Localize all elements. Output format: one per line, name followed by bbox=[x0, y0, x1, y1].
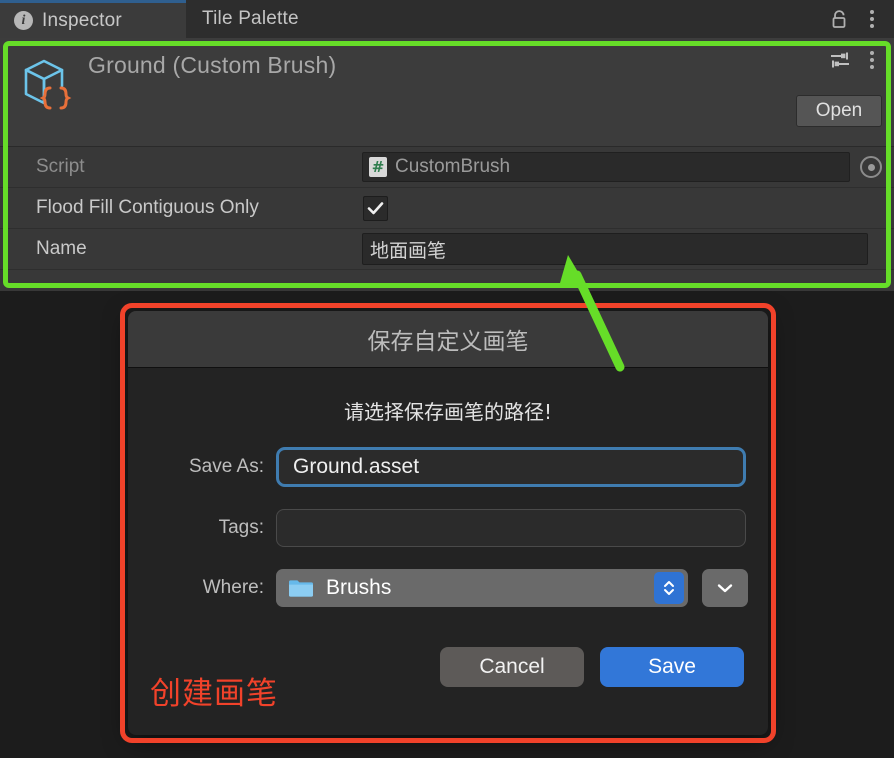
flood-fill-checkbox[interactable] bbox=[363, 196, 388, 221]
tags-label: Tags: bbox=[218, 517, 264, 538]
tags-input[interactable] bbox=[276, 509, 746, 547]
open-button[interactable]: Open bbox=[796, 95, 882, 127]
asset-header-tools bbox=[826, 46, 886, 74]
dialog-titlebar: 保存自定义画笔 bbox=[128, 311, 768, 368]
script-object-field[interactable]: CustomBrush bbox=[362, 152, 850, 182]
tab-tile-palette[interactable]: Tile Palette bbox=[186, 0, 315, 38]
asset-header: Ground (Custom Brush) Open bbox=[0, 38, 894, 147]
tab-tile-palette-label: Tile Palette bbox=[202, 8, 299, 29]
preset-sliders-icon[interactable] bbox=[826, 46, 854, 74]
csharp-script-icon bbox=[369, 157, 387, 177]
where-row: Where: Brushs bbox=[128, 569, 768, 607]
inspector-panel: Ground (Custom Brush) Open Script # Cust… bbox=[0, 38, 894, 291]
where-value: Brushs bbox=[326, 576, 392, 599]
property-row-name: Name 地面画笔 bbox=[0, 229, 894, 270]
annotation-label-create-brush: 创建画笔 bbox=[150, 676, 278, 712]
chevron-down-icon[interactable] bbox=[702, 569, 748, 607]
folder-icon bbox=[288, 578, 314, 598]
kebab-menu-icon[interactable] bbox=[858, 5, 886, 33]
save-as-value: Ground.asset bbox=[293, 455, 420, 478]
tab-inspector-label: Inspector bbox=[42, 9, 122, 31]
where-label: Where: bbox=[202, 577, 264, 598]
property-label-flood-fill: Flood Fill Contiguous Only bbox=[36, 197, 259, 218]
tab-bar-controls bbox=[826, 0, 894, 38]
save-as-row: Save As: Ground.asset bbox=[128, 447, 768, 487]
dialog-message: 请选择保存画笔的路径! bbox=[343, 400, 553, 424]
tab-bar: i Inspector Tile Palette bbox=[0, 0, 894, 38]
property-label-name: Name bbox=[36, 238, 87, 259]
save-dialog: 保存自定义画笔 请选择保存画笔的路径! Save As: Ground.asse… bbox=[128, 311, 768, 735]
tab-inspector[interactable]: i Inspector bbox=[0, 0, 186, 38]
property-row-script: Script CustomBrush bbox=[0, 147, 894, 188]
asset-title: Ground (Custom Brush) bbox=[88, 52, 337, 78]
up-down-chevron-icon[interactable] bbox=[654, 572, 684, 604]
dialog-button-group: Cancel Save bbox=[440, 647, 744, 687]
dialog-title: 保存自定义画笔 bbox=[367, 329, 529, 355]
object-picker-icon[interactable] bbox=[860, 156, 882, 178]
save-as-input[interactable]: Ground.asset bbox=[276, 447, 746, 487]
info-icon: i bbox=[14, 11, 33, 30]
save-button[interactable]: Save bbox=[600, 647, 744, 687]
where-popup-button[interactable]: Brushs bbox=[276, 569, 688, 607]
check-icon bbox=[367, 202, 384, 215]
save-as-label: Save As: bbox=[189, 456, 264, 477]
kebab-menu-icon[interactable] bbox=[858, 46, 886, 74]
unlock-icon[interactable] bbox=[826, 5, 854, 33]
cancel-button[interactable]: Cancel bbox=[440, 647, 584, 687]
property-label-script: Script bbox=[36, 156, 85, 177]
script-object-value: CustomBrush bbox=[395, 156, 511, 177]
tags-row: Tags: bbox=[128, 509, 768, 547]
custom-brush-asset-icon bbox=[18, 54, 78, 114]
name-input[interactable]: 地面画笔 bbox=[362, 233, 868, 265]
property-row-flood-fill: Flood Fill Contiguous Only bbox=[0, 188, 894, 229]
